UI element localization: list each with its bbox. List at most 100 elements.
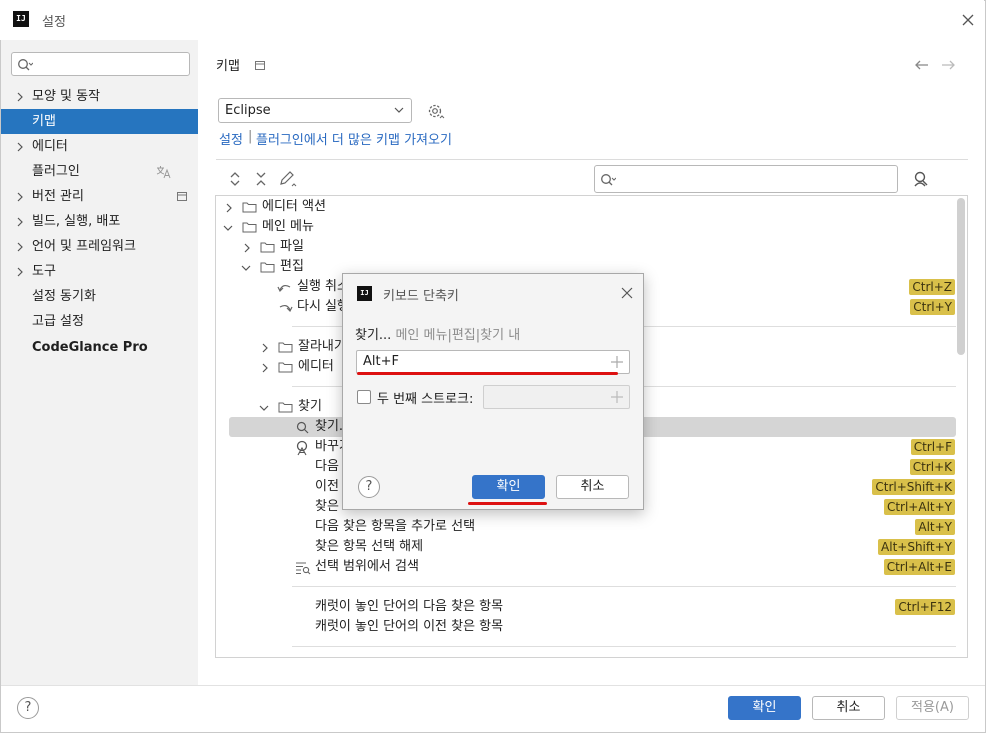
close-icon[interactable] (620, 286, 634, 300)
chevron-right-icon (17, 217, 23, 227)
second-stroke-checkbox[interactable] (357, 390, 371, 404)
path-segment: 찾기 내 (480, 328, 521, 343)
chevron-down-icon (223, 225, 233, 231)
undo-icon (277, 284, 291, 293)
keymap-select[interactable]: Eclipse (218, 98, 412, 123)
dialog-title: 키보드 단축키 (383, 289, 459, 304)
expand-all-icon[interactable] (225, 169, 245, 189)
ok-button[interactable]: 확인 (728, 696, 801, 720)
dialog-ok-button[interactable]: 확인 (472, 475, 545, 499)
sidebar-item-codeglance[interactable]: CodeGlance Pro (1, 335, 198, 360)
sidebar-item-plugins[interactable]: 플러그인 (1, 159, 198, 184)
sidebar-item-build[interactable]: 빌드, 실행, 배포 (1, 209, 198, 234)
second-stroke-field[interactable] (483, 385, 630, 409)
sidebar-item-label: 버전 관리 (32, 189, 84, 204)
dialog-cancel-button[interactable]: 취소 (556, 475, 629, 499)
folder-icon (260, 262, 275, 273)
sidebar-item-advanced[interactable]: 고급 설정 (1, 309, 198, 334)
sidebar-item-label: 빌드, 실행, 배포 (32, 214, 121, 229)
sidebar-item-editor[interactable]: 에디터 (1, 134, 198, 159)
sidebar-search-input[interactable] (11, 52, 190, 76)
sidebar-item-keymap[interactable]: 키맵 (1, 109, 198, 134)
find-by-shortcut-icon[interactable] (911, 170, 931, 190)
footer-divider (1, 685, 985, 686)
sidebar-item-label: 모양 및 동작 (32, 89, 101, 104)
shortcut-badge: Ctrl+Shift+K (872, 479, 955, 495)
edit-pencil-icon[interactable] (277, 169, 297, 189)
tree-scrollbar[interactable] (957, 198, 965, 355)
shortcut-badge: Ctrl+Y (910, 299, 955, 315)
tree-row-editor-actions[interactable]: 에디터 액션 (216, 197, 956, 217)
red-underline-annotation (357, 372, 618, 375)
collapse-all-icon[interactable] (251, 169, 271, 189)
first-stroke-field[interactable]: Alt+F (356, 350, 630, 374)
cancel-button[interactable]: 취소 (812, 696, 885, 720)
back-arrow-icon[interactable] (914, 58, 930, 72)
tree-row-file[interactable]: 파일 (216, 237, 956, 257)
tree-row-label: 파일 (280, 239, 304, 254)
tree-row-label: 찾은 (315, 499, 339, 514)
help-button[interactable]: ? (17, 697, 39, 719)
tree-row-label: 잘라내기 (298, 339, 346, 354)
tree-row-add-next-occurrence[interactable]: 다음 찾은 항목을 추가로 선택 Alt+Y (216, 517, 956, 537)
plus-icon[interactable] (611, 356, 623, 368)
tree-row-label: 다음 (315, 459, 339, 474)
tree-row-label: 찾기 (298, 399, 322, 414)
plus-icon (611, 391, 623, 403)
shortcut-badge: Alt+Shift+Y (878, 539, 955, 555)
tree-row-find-in-selection[interactable]: 선택 범위에서 검색 Ctrl+Alt+E (216, 557, 956, 577)
first-stroke-value: Alt+F (363, 354, 399, 369)
tree-row-label: 캐럿이 놓인 단어의 이전 찾은 항목 (315, 619, 504, 634)
search-icon (296, 421, 309, 434)
tree-row-find-word-previous[interactable]: 캐럿이 놓인 단어의 이전 찾은 항목 (216, 617, 956, 637)
close-icon[interactable] (958, 10, 978, 30)
chevron-down-icon (241, 265, 251, 271)
gear-icon[interactable] (425, 101, 445, 121)
apply-button[interactable]: 적용(A) (896, 696, 969, 720)
project-level-icon (177, 192, 187, 201)
tree-row-main-menu[interactable]: 메인 메뉴 (216, 217, 956, 237)
settings-link[interactable]: 설정 (219, 129, 243, 148)
shortcut-badge: Ctrl+Alt+Y (883, 499, 955, 515)
app-logo-icon: IJ (357, 286, 372, 301)
link-separator: | (248, 129, 253, 144)
sidebar-item-vcs[interactable]: 버전 관리 (1, 184, 198, 209)
tree-separator (292, 646, 956, 647)
sidebar-item-label: 에디터 (32, 139, 68, 154)
title-bar (0, 0, 984, 40)
search-icon (601, 174, 616, 186)
shortcut-badge: Ctrl+F (910, 439, 955, 455)
replace-icon (296, 440, 308, 456)
chevron-down-icon (259, 405, 269, 411)
chevron-right-icon (17, 92, 23, 102)
search-icon (18, 59, 33, 71)
sidebar-item-settings-sync[interactable]: 설정 동기화 (1, 284, 198, 309)
redo-icon (279, 304, 293, 313)
sidebar-item-label: 키맵 (32, 114, 56, 129)
shortcut-badge: Ctrl+Alt+E (883, 559, 955, 575)
sidebar-item-languages[interactable]: 언어 및 프레임워크 (1, 234, 198, 259)
tree-row-unselect-occurrence[interactable]: 찾은 항목 선택 해제 Alt+Shift+Y (216, 537, 956, 557)
sidebar-item-appearance[interactable]: 모양 및 동작 (1, 84, 198, 109)
sidebar-item-label: 고급 설정 (32, 314, 84, 329)
chevron-right-icon (17, 242, 23, 252)
action-name: 찾기... (355, 328, 392, 343)
chevron-right-icon (244, 243, 250, 253)
page-title: 키맵 (216, 59, 240, 74)
sidebar-item-label: 언어 및 프레임워크 (32, 239, 136, 254)
chevron-right-icon (262, 343, 268, 353)
second-stroke-label: 두 번째 스트로크: (377, 392, 474, 407)
forward-arrow-icon[interactable] (940, 58, 956, 72)
sidebar-item-tools[interactable]: 도구 (1, 259, 198, 284)
shortcut-badge: Ctrl+K (909, 459, 955, 475)
window-title: 설정 (42, 15, 66, 30)
dialog-help-button[interactable]: ? (358, 476, 380, 498)
folder-icon (278, 362, 293, 373)
get-keymaps-from-plugins-link[interactable]: 플러그인에서 더 많은 키맵 가져오기 (256, 129, 452, 148)
tree-row-find-word-next[interactable]: 캐럿이 놓인 단어의 다음 찾은 항목 Ctrl+F12 (216, 597, 956, 617)
keymap-search-input[interactable] (594, 165, 898, 193)
tree-row-label: 편집 (280, 259, 304, 274)
sidebar-item-label: 도구 (32, 264, 56, 279)
chevron-right-icon (17, 267, 23, 277)
folder-icon (242, 202, 257, 213)
